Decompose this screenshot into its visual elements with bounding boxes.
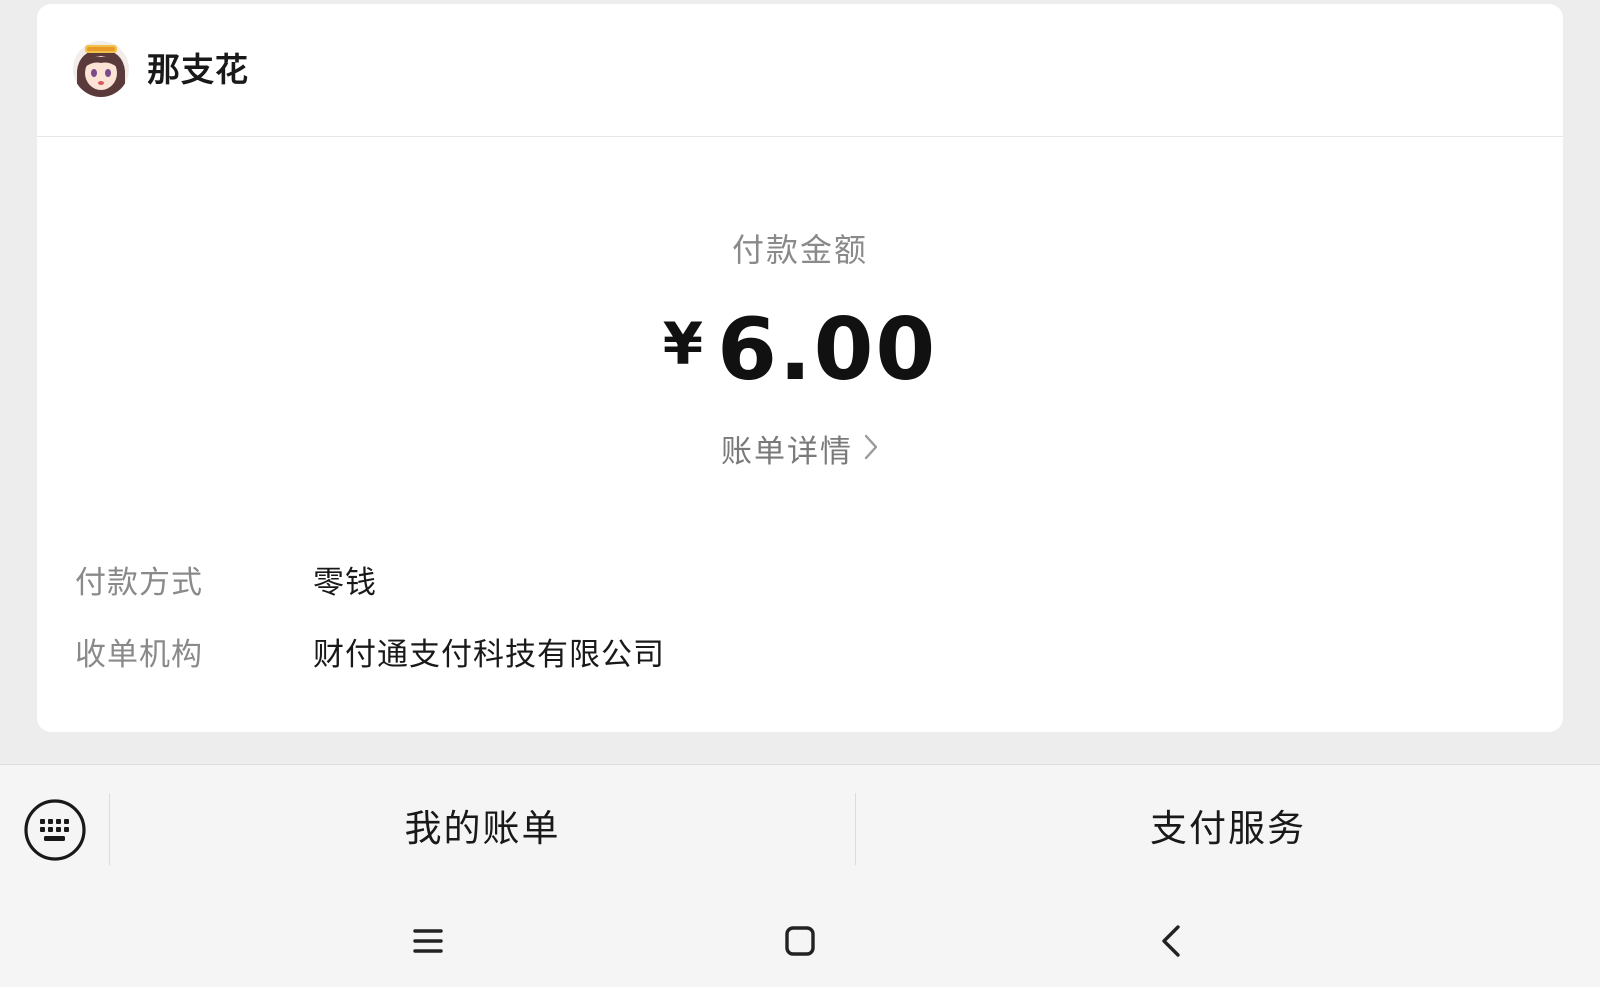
back-icon[interactable] bbox=[1152, 921, 1192, 961]
keyboard-icon bbox=[24, 799, 86, 861]
keyboard-toggle-button[interactable] bbox=[24, 799, 86, 861]
payment-card: 那支花 付款金额 ¥6.00 账单详情 付款方式 零钱 收单机构 财付通支付科技… bbox=[37, 4, 1563, 732]
merchant-avatar[interactable] bbox=[73, 41, 129, 97]
bill-detail-label: 账单详情 bbox=[721, 434, 853, 470]
my-bills-button[interactable]: 我的账单 bbox=[110, 787, 855, 871]
merchant-name[interactable]: 那支花 bbox=[147, 50, 249, 90]
payment-method-label: 付款方式 bbox=[75, 565, 203, 601]
bottom-menu-bar: 我的账单 支付服务 bbox=[0, 764, 1600, 987]
amount-label: 付款金额 bbox=[731, 231, 868, 269]
chevron-right-icon bbox=[863, 431, 879, 471]
home-icon[interactable] bbox=[780, 921, 820, 961]
payment-amount: ¥6.00 bbox=[37, 300, 1563, 424]
merchant-header[interactable]: 那支花 bbox=[37, 4, 1563, 137]
payment-method-value: 零钱 bbox=[313, 565, 377, 601]
avatar-image-icon bbox=[73, 41, 129, 97]
bill-detail-link[interactable]: 账单详情 bbox=[37, 432, 1563, 474]
pay-service-button[interactable]: 支付服务 bbox=[856, 787, 1600, 871]
menu-icon[interactable] bbox=[408, 921, 448, 961]
amount-value: 6.00 bbox=[717, 300, 938, 400]
currency-symbol: ¥ bbox=[662, 310, 704, 378]
acquirer-value: 财付通支付科技有限公司 bbox=[313, 637, 665, 673]
acquirer-label: 收单机构 bbox=[75, 637, 203, 673]
